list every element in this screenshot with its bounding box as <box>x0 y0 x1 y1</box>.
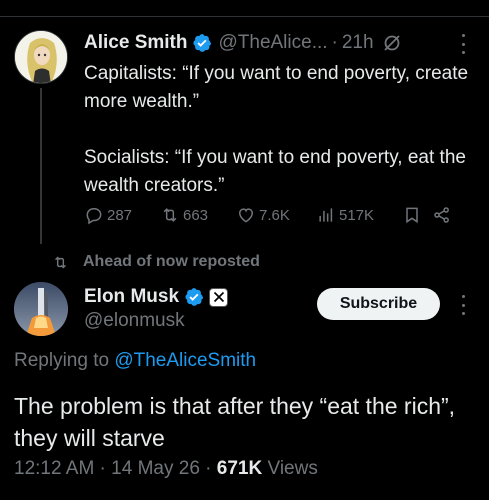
subscribe-button[interactable]: Subscribe <box>317 288 440 320</box>
like-count: 7.6K <box>259 206 290 224</box>
parent-tweet-header: Alice Smith @TheAlice... · 21h <box>84 30 479 56</box>
tweet-time[interactable]: 21h <box>342 32 374 54</box>
replying-to: Replying to @TheAliceSmith <box>14 350 256 372</box>
tweet-timestamp[interactable]: 12:12 AM <box>14 458 94 479</box>
replying-mention-link[interactable]: @TheAliceSmith <box>114 350 256 371</box>
thread-line <box>40 88 42 244</box>
tweet-paragraph: Capitalists: “If you want to end poverty… <box>84 63 469 112</box>
share-button[interactable] <box>432 205 462 225</box>
header-separator: · <box>331 32 338 53</box>
views-button[interactable]: 517K <box>316 205 402 225</box>
tweet-actions: 287 663 7.6K 517K <box>84 203 479 227</box>
repost-icon <box>163 208 177 222</box>
tweet-paragraph: Socialists: “If you want to end poverty,… <box>84 147 466 196</box>
bookmark-button[interactable] <box>402 205 432 225</box>
more-icon[interactable] <box>455 295 471 315</box>
author-name[interactable]: Alice Smith <box>84 32 187 54</box>
author-handle[interactable]: @TheAlice... <box>218 32 327 54</box>
main-tweet-name-row: Elon Musk <box>84 284 229 310</box>
reply-icon <box>86 208 102 225</box>
views-icon <box>319 208 333 222</box>
views-count[interactable]: 671K <box>217 458 262 479</box>
repost-count: 663 <box>183 206 209 224</box>
share-icon <box>434 207 449 223</box>
author-handle[interactable]: @elonmusk <box>84 310 185 332</box>
more-icon[interactable] <box>455 34 471 54</box>
grok-icon[interactable] <box>382 33 402 53</box>
repost-button[interactable]: 663 <box>160 205 236 225</box>
reply-button[interactable]: 287 <box>84 205 160 225</box>
repost-label[interactable]: Ahead of now reposted <box>83 253 260 271</box>
reply-count: 287 <box>107 206 133 224</box>
top-divider <box>0 16 489 17</box>
meta-separator: · <box>199 458 217 479</box>
verified-icon <box>184 287 204 307</box>
like-button[interactable]: 7.6K <box>236 205 316 225</box>
tweet-meta: 12:12 AM · 14 May 26 · 671K Views <box>14 458 318 480</box>
verified-icon <box>192 33 212 53</box>
repost-label-row: Ahead of now reposted <box>52 250 260 274</box>
avatar-alice[interactable] <box>14 30 68 84</box>
like-icon <box>238 208 254 223</box>
x-affiliate-badge[interactable] <box>209 287 229 307</box>
repost-icon <box>55 256 66 268</box>
bookmark-icon <box>406 207 418 224</box>
tweet-date[interactable]: 14 May 26 <box>111 458 200 479</box>
parent-tweet-text: Capitalists: “If you want to end poverty… <box>84 60 479 200</box>
meta-separator: · <box>94 458 112 479</box>
avatar-elon[interactable] <box>14 282 68 336</box>
replying-prefix: Replying to <box>14 350 115 371</box>
author-name[interactable]: Elon Musk <box>84 286 179 308</box>
main-tweet-text: The problem is that after they “eat the … <box>14 393 456 451</box>
views-label: Views <box>262 458 318 479</box>
views-count: 517K <box>339 206 375 224</box>
